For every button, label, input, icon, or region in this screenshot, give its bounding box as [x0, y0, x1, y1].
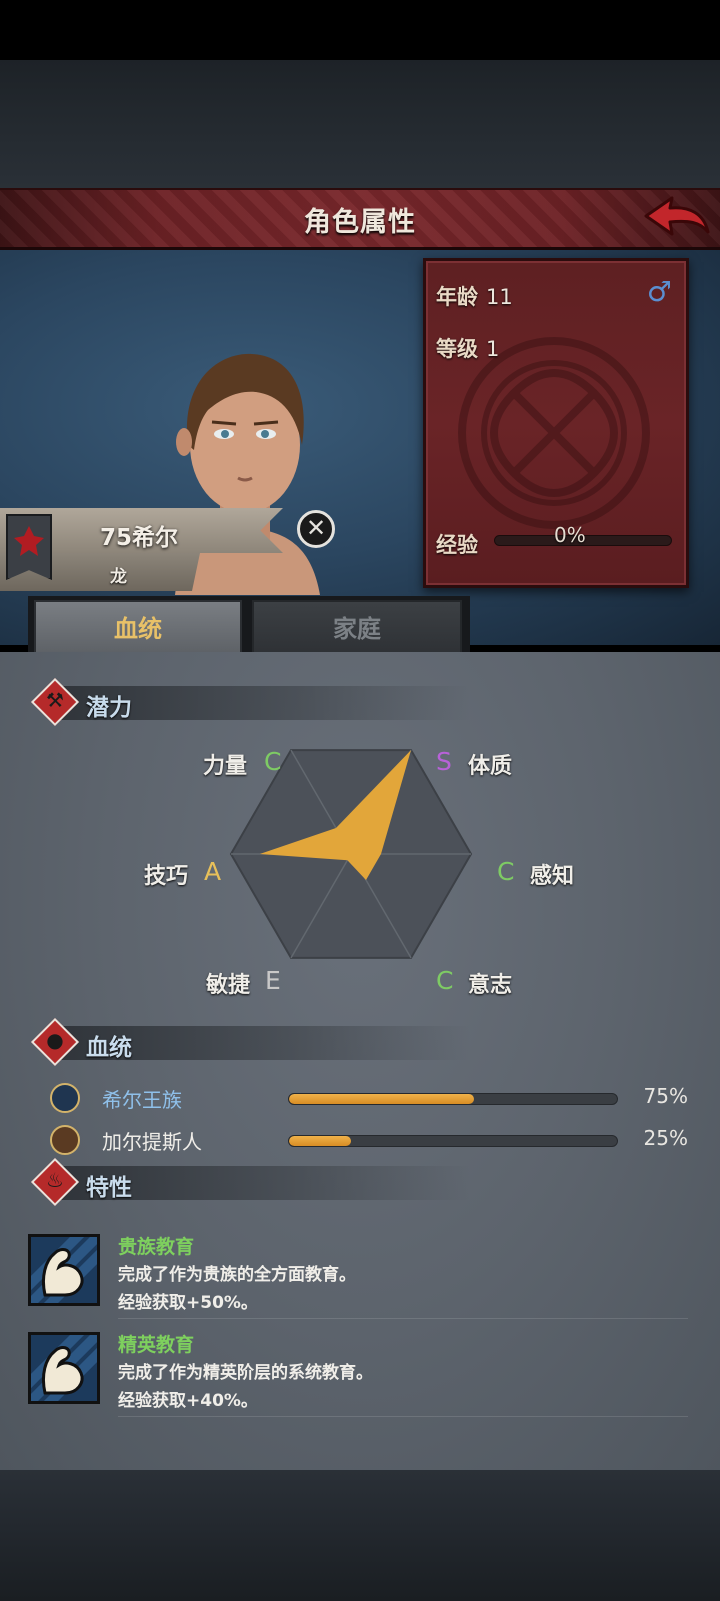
- age-value: 11: [486, 285, 513, 309]
- bloodline-bar-fill: [289, 1136, 351, 1146]
- character-subtitle: 龙: [110, 567, 127, 587]
- tab-bloodline[interactable]: 血统: [34, 600, 242, 656]
- trait-effect: 经验获取+40%。: [118, 1391, 258, 1411]
- bloodline-name: 加尔提斯人: [102, 1130, 202, 1154]
- attr-grade-constitution: S: [436, 747, 452, 776]
- muscle-arm-icon: [28, 1332, 100, 1404]
- tab-family[interactable]: 家庭: [252, 600, 462, 656]
- celtic-knot-emblem: [458, 337, 650, 529]
- status-bar: [0, 0, 720, 60]
- bloodline-percent: 25%: [643, 1126, 688, 1150]
- royal-crest-icon: [50, 1083, 80, 1113]
- back-arrow-icon: [644, 196, 710, 236]
- top-frame: [0, 60, 720, 190]
- tribe-crest-icon: [50, 1125, 80, 1155]
- attr-label-constitution: 体质: [468, 754, 513, 779]
- title-bar: 角色属性: [0, 188, 720, 250]
- attr-grade-perception: C: [497, 857, 515, 886]
- age-label: 年龄: [436, 285, 478, 309]
- attr-label-willpower: 意志: [468, 973, 513, 998]
- bloodline-name: 希尔王族: [102, 1088, 182, 1112]
- house-banner: [6, 514, 52, 580]
- bottom-frame: [0, 1470, 720, 1601]
- bloodline-row: 希尔王族 75%: [48, 1082, 688, 1116]
- trait-description: 完成了作为精英阶层的系统教育。: [118, 1363, 373, 1383]
- bloodline-label: 血统: [86, 1035, 132, 1061]
- exp-value: 0%: [554, 523, 586, 547]
- potential-icon: ⚒: [46, 688, 64, 712]
- trait-description: 完成了作为贵族的全方面教育。: [118, 1265, 356, 1285]
- potential-section-header: ⚒ 潜力: [30, 677, 470, 727]
- attr-grade-skill: A: [204, 857, 222, 886]
- level-value: 1: [486, 337, 500, 361]
- bloodline-row: 加尔提斯人 25%: [48, 1124, 688, 1158]
- back-button[interactable]: [642, 192, 712, 244]
- traits-section-header: ♨ 特性: [30, 1157, 470, 1207]
- level-stat: 等级 1: [436, 333, 499, 363]
- attr-label-skill: 技巧: [144, 864, 189, 889]
- attr-grade-strength: C: [264, 747, 282, 776]
- stat-panel: 年龄 11 ♂ 等级 1 经验 0%: [423, 258, 689, 588]
- character-name: 75希尔: [100, 525, 179, 551]
- trait-effect: 经验获取+50%。: [118, 1293, 258, 1313]
- page-title: 角色属性: [304, 207, 416, 238]
- age-stat: 年龄 11: [436, 281, 513, 311]
- attr-grade-agility: E: [265, 966, 281, 995]
- trait-title: 贵族教育: [118, 1236, 195, 1258]
- attr-label-agility: 敏捷: [206, 973, 251, 998]
- trait-title: 精英教育: [118, 1334, 195, 1356]
- traits-label: 特性: [86, 1175, 132, 1201]
- bloodline-percent: 75%: [643, 1084, 688, 1108]
- exp-label: 经验: [436, 533, 478, 557]
- muscle-arm-icon: [28, 1234, 100, 1306]
- bloodline-bar-fill: [289, 1094, 474, 1104]
- trait-item[interactable]: 精英教育 完成了作为精英阶层的系统教育。 经验获取+40%。: [28, 1330, 688, 1422]
- blood-drop-icon: ●: [46, 1028, 64, 1052]
- male-gender-icon: ♂: [646, 275, 672, 308]
- close-button[interactable]: ✕: [297, 510, 335, 548]
- bloodline-bar: [288, 1135, 618, 1147]
- potential-radar-chart: [229, 749, 473, 959]
- attr-label-perception: 感知: [530, 864, 575, 889]
- level-label: 等级: [436, 337, 478, 361]
- trait-item[interactable]: 贵族教育 完成了作为贵族的全方面教育。 经验获取+50%。: [28, 1232, 688, 1324]
- house-sigil-icon: [14, 526, 44, 556]
- attr-grade-willpower: C: [436, 966, 454, 995]
- attr-label-strength: 力量: [203, 754, 248, 779]
- bloodline-bar: [288, 1093, 618, 1105]
- potential-label: 潜力: [86, 695, 132, 721]
- bloodline-section-header: ● 血统: [30, 1017, 470, 1067]
- flame-icon: ♨: [46, 1168, 64, 1192]
